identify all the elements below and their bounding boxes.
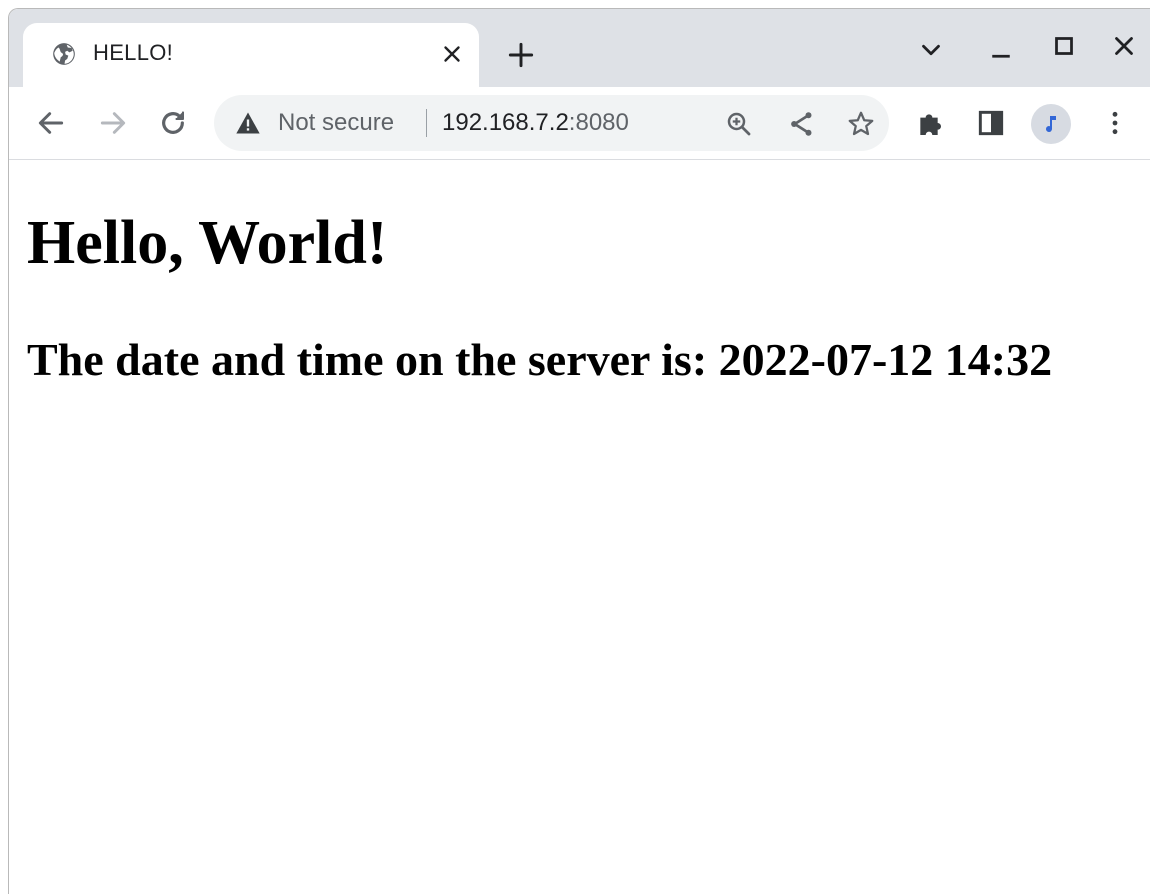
url-host: 192.168.7.2 [442, 109, 569, 136]
tab-hello[interactable]: HELLO! [23, 23, 479, 87]
maximize-icon[interactable] [1049, 31, 1079, 61]
share-icon[interactable] [786, 109, 816, 139]
browser-window: HELLO! Not secure 192.168.7.2:8080 Hello… [8, 8, 1150, 894]
tab-title: HELLO! [93, 40, 174, 65]
music-note-icon [1046, 116, 1056, 133]
warning-triangle-icon[interactable] [234, 109, 262, 137]
toolbar: Not secure 192.168.7.2:8080 [9, 87, 1150, 160]
side-panel-icon[interactable] [975, 107, 1007, 139]
address-bar[interactable]: Not secure 192.168.7.2:8080 [214, 95, 889, 151]
star-icon[interactable] [846, 109, 876, 139]
minimize-icon[interactable] [986, 35, 1016, 65]
forward-button[interactable] [97, 107, 129, 139]
server-datetime: The date and time on the server is: 2022… [27, 334, 1053, 385]
more-vert-icon[interactable] [1099, 107, 1131, 139]
chevron-down-icon[interactable] [916, 35, 946, 65]
page-content: Hello, World! The date and time on the s… [9, 160, 1150, 894]
page-title: Hello, World! [27, 209, 388, 277]
back-button[interactable] [35, 107, 67, 139]
omnibox-divider [426, 109, 427, 137]
url-text[interactable]: 192.168.7.2:8080 [442, 109, 629, 137]
security-label[interactable]: Not secure [278, 109, 394, 137]
globe-icon [53, 43, 75, 65]
window-close-icon[interactable] [1109, 31, 1139, 61]
plus-icon[interactable] [505, 39, 537, 71]
tab-strip: HELLO! [9, 9, 1150, 87]
zoom-in-icon[interactable] [724, 109, 754, 139]
avatar[interactable] [1031, 104, 1071, 144]
close-icon[interactable] [439, 41, 465, 67]
puzzle-icon[interactable] [915, 107, 947, 139]
url-port: :8080 [568, 109, 629, 136]
reload-button[interactable] [157, 107, 189, 139]
